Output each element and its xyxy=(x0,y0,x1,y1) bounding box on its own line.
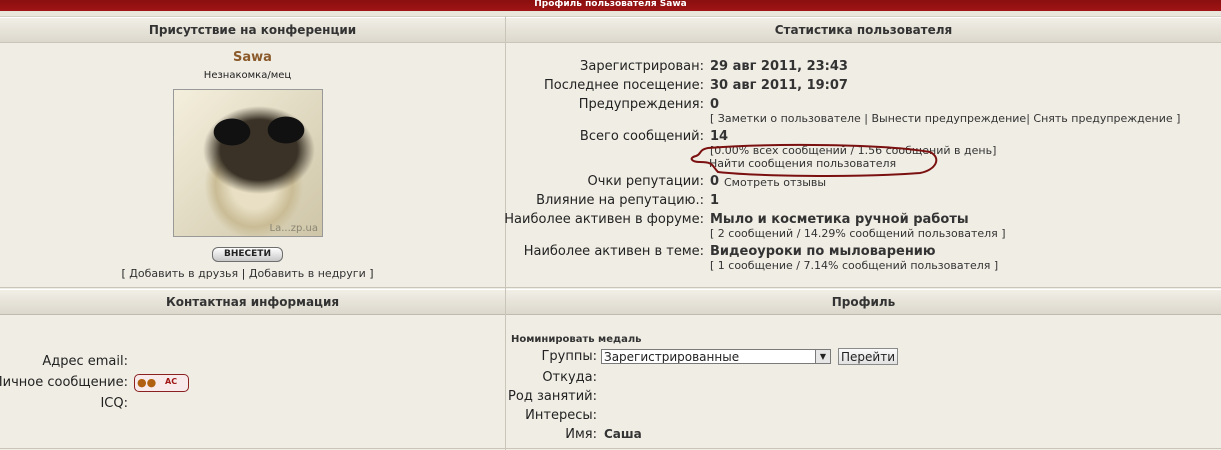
column-divider xyxy=(505,16,506,450)
username: Sawa xyxy=(233,50,272,65)
last-visit-value: 30 авг 2011, 19:07 xyxy=(710,78,848,93)
influence-value: 1 xyxy=(710,193,720,208)
active-forum-label: Наиболее активен в форуме: xyxy=(504,212,704,227)
nominate-medal-link[interactable]: Номинировать медаль xyxy=(511,334,641,345)
issue-warning-link[interactable]: Вынести предупреждение xyxy=(872,112,1027,125)
chevron-down-icon[interactable]: ▼ xyxy=(815,350,830,363)
users-icon: ●● xyxy=(137,376,157,389)
window-title: Профиль пользователя Sawa xyxy=(534,0,687,9)
last-visit-label: Последнее посещение: xyxy=(544,78,704,93)
warnings-label: Предупреждения: xyxy=(578,97,704,112)
groups-select[interactable]: Зарегистрированные пользователи ▼ xyxy=(601,349,831,364)
annotation-circle xyxy=(690,143,938,177)
send-pm-icon[interactable]: ●● AC xyxy=(134,374,189,392)
interests-label: Интересы: xyxy=(525,408,597,423)
divider-middle xyxy=(0,287,1221,288)
user-title: Незнакомка/мец xyxy=(203,70,292,81)
from-label: Откуда: xyxy=(542,370,597,385)
active-topic-label: Наиболее активен в теме: xyxy=(523,244,704,259)
groups-label: Группы: xyxy=(541,349,597,364)
pm-icon-text: AC xyxy=(165,377,178,386)
warning-links: [ Заметки о пользователе | Вынести преду… xyxy=(710,112,1181,125)
warnings-value: 0 xyxy=(710,97,720,112)
avatar-watermark: La...zp.ua xyxy=(269,223,318,234)
registered-label: Зарегистрирован: xyxy=(580,59,704,74)
avatar: La...zp.ua xyxy=(173,89,323,237)
rep-label: Очки репутации: xyxy=(587,174,704,189)
groups-selected: Зарегистрированные пользователи xyxy=(604,350,740,364)
registered-value: 29 авг 2011, 23:43 xyxy=(710,59,848,74)
name-label: Имя: xyxy=(565,427,597,442)
active-topic-detail: [ 1 сообщение / 7.14% сообщений пользова… xyxy=(710,259,999,272)
remove-warning-link[interactable]: Снять предупреждение xyxy=(1033,112,1172,125)
add-button[interactable]: ВНЕСЕТИ xyxy=(212,247,283,262)
contact-header: Контактная информация xyxy=(0,289,505,315)
divider-bottom xyxy=(0,448,1221,449)
name-value: Саша xyxy=(604,427,642,441)
view-reviews-link[interactable]: Смотреть отзывы xyxy=(724,176,826,189)
icq-label: ICQ: xyxy=(100,396,128,411)
add-friend-link[interactable]: Добавить в друзья xyxy=(129,267,238,280)
rep-value: 0 xyxy=(710,174,720,189)
add-enemy-link[interactable]: Добавить в недруги xyxy=(249,267,366,280)
friend-links: [ Добавить в друзья | Добавить в недруги… xyxy=(121,267,374,280)
user-notes-link[interactable]: Заметки о пользователе xyxy=(718,112,861,125)
window-title-bar: Профиль пользователя Sawa xyxy=(0,0,1221,11)
profile-header: Профиль xyxy=(506,289,1221,315)
active-forum-detail: [ 2 сообщений / 14.29% сообщений пользов… xyxy=(710,227,1006,240)
active-topic-value[interactable]: Видеоуроки по мыловарению xyxy=(710,244,936,259)
go-button[interactable]: Перейти xyxy=(838,348,898,365)
influence-label: Влияние на репутацию.: xyxy=(536,193,704,208)
presence-header: Присутствие на конференции xyxy=(0,17,505,43)
email-label: Адрес email: xyxy=(42,354,128,369)
occupation-label: Род занятий: xyxy=(508,389,597,404)
stats-header: Статистика пользователя xyxy=(506,17,1221,43)
divider-top xyxy=(0,42,1221,43)
pm-label: Личное сообщение: xyxy=(0,375,128,390)
active-forum-value[interactable]: Мыло и косметика ручной работы xyxy=(710,212,969,227)
